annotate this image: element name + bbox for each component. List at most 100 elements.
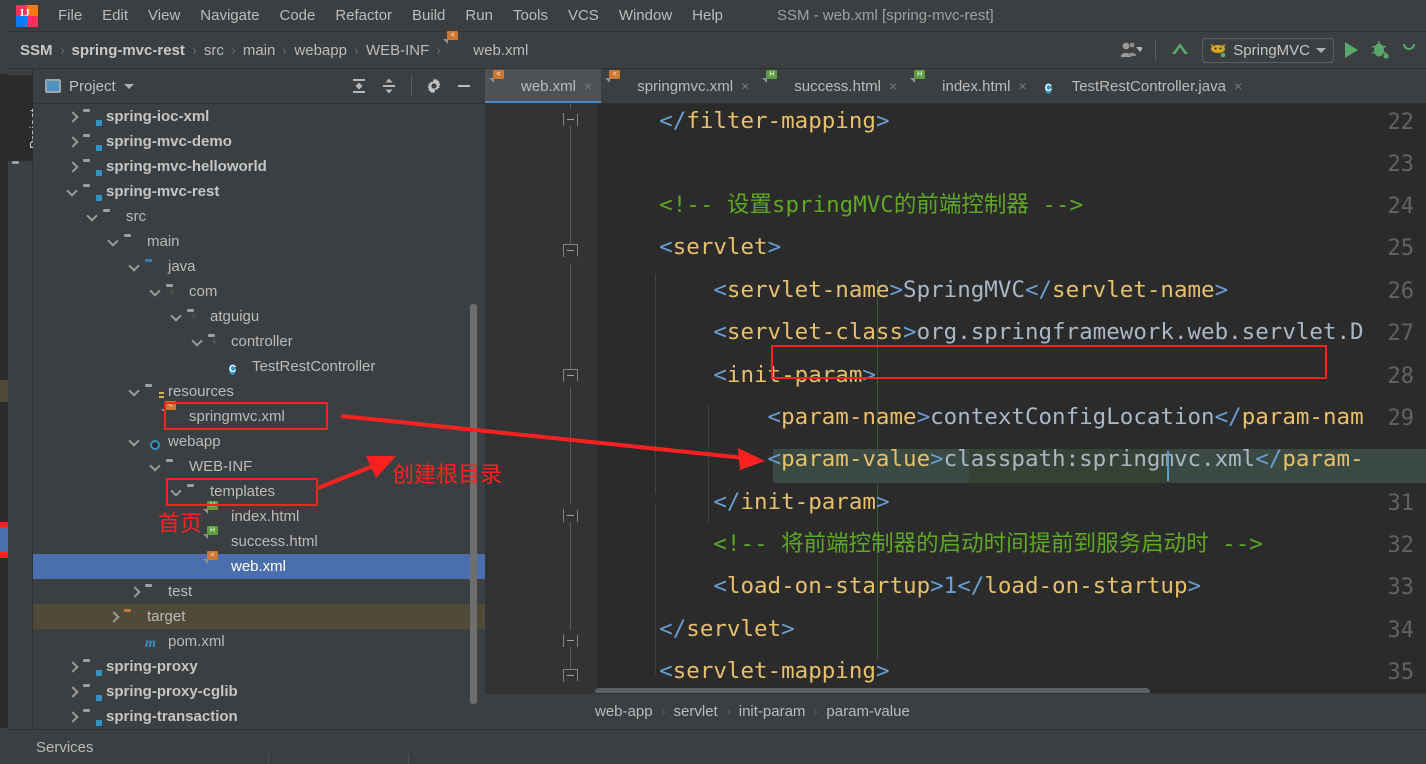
editor-breadcrumb-servlet[interactable]: servlet (674, 703, 718, 720)
fold-marker-collapse[interactable] (563, 113, 578, 126)
project-tree[interactable]: spring-ioc-xml spring-mvc-demo spring-mv… (33, 104, 485, 729)
tree-item-com[interactable]: com (33, 279, 485, 304)
menu-code[interactable]: Code (269, 4, 325, 27)
editor-tab-springmvc-xml[interactable]: < springmvc.xml × (601, 69, 758, 103)
more-actions-icon[interactable] (1396, 36, 1422, 64)
tree-item-success-html[interactable]: H success.html (33, 525, 485, 554)
tree-item-spring-mvc-helloworld[interactable]: spring-mvc-helloworld (33, 154, 485, 179)
chevron-down-icon[interactable] (190, 334, 206, 350)
tree-item-spring-ioc-xml[interactable]: spring-ioc-xml (33, 104, 485, 129)
breadcrumb-webinf[interactable]: WEB-INF (366, 42, 429, 59)
fold-marker-expand[interactable] (563, 669, 578, 682)
tree-item-controller[interactable]: controller (33, 329, 485, 354)
fold-marker-expand[interactable] (563, 369, 578, 382)
tree-item-test[interactable]: test (33, 579, 485, 604)
chevron-right-icon[interactable] (127, 584, 143, 600)
project-tree-scrollbar[interactable] (470, 304, 477, 704)
tree-item-spring-mvc-rest[interactable]: spring-mvc-rest (33, 179, 485, 204)
chevron-right-icon[interactable] (65, 709, 81, 725)
collapse-all-icon[interactable] (374, 72, 404, 100)
chevron-right-icon[interactable] (65, 109, 81, 125)
menu-run[interactable]: Run (455, 4, 503, 27)
breadcrumb-spring-mvc-rest[interactable]: spring-mvc-rest (72, 42, 185, 59)
breadcrumb-ssm[interactable]: SSM (20, 42, 53, 59)
menu-view[interactable]: View (138, 4, 190, 27)
tree-item-main[interactable]: main (33, 229, 485, 254)
update-project-icon[interactable] (1163, 36, 1197, 64)
breadcrumb-main[interactable]: main (243, 42, 276, 59)
tree-item-target[interactable]: target (33, 604, 485, 629)
menu-edit[interactable]: Edit (92, 4, 138, 27)
tree-item-spring-proxy-cglib[interactable]: spring-proxy-cglib (33, 679, 485, 704)
breadcrumb-webxml[interactable]: web.xml (473, 42, 528, 59)
editor-breadcrumb-init-param[interactable]: init-param (739, 703, 806, 720)
code-editor[interactable]: 22 23 24 25 26 27 28 29 30 31 32 33 34 3… (485, 104, 1426, 729)
breadcrumb-src[interactable]: src (204, 42, 224, 59)
run-icon[interactable] (1339, 36, 1364, 64)
chevron-down-icon[interactable] (169, 484, 185, 500)
chevron-right-icon[interactable] (65, 159, 81, 175)
user-settings-icon[interactable] (1114, 36, 1148, 64)
editor-gutter[interactable] (485, 104, 597, 729)
editor-tab-success-html[interactable]: H success.html × (758, 69, 906, 103)
close-icon[interactable]: × (1019, 78, 1027, 94)
chevron-right-icon[interactable] (65, 684, 81, 700)
fold-marker-collapse[interactable] (563, 634, 578, 647)
tree-item-src[interactable]: src (33, 204, 485, 229)
close-icon[interactable]: × (1234, 78, 1242, 94)
menu-refactor[interactable]: Refactor (325, 4, 402, 27)
chevron-right-icon[interactable] (65, 659, 81, 675)
fold-marker-collapse[interactable] (563, 509, 578, 522)
debug-icon[interactable] (1364, 36, 1396, 64)
tree-item-web-xml[interactable]: < web.xml (33, 550, 485, 579)
settings-gear-icon[interactable] (419, 72, 449, 100)
editor-tab-testrestcontroller-java[interactable]: C TestRestController.java × (1036, 69, 1251, 103)
chevron-right-icon[interactable] (106, 609, 122, 625)
line-number: 23 (1387, 152, 1415, 177)
tree-item-index-html[interactable]: H index.html (33, 500, 485, 529)
close-icon[interactable]: × (584, 78, 592, 94)
menu-vcs[interactable]: VCS (558, 4, 609, 27)
tree-item-spring-transaction[interactable]: spring-transaction (33, 704, 485, 729)
tree-item-webapp[interactable]: webapp (33, 429, 485, 454)
breadcrumb-webapp[interactable]: webapp (294, 42, 347, 59)
tree-item-spring-proxy[interactable]: spring-proxy (33, 654, 485, 679)
chevron-down-icon[interactable] (106, 234, 122, 250)
chevron-down-icon[interactable] (169, 309, 185, 325)
tree-item-atguigu[interactable]: atguigu (33, 304, 485, 329)
menu-window[interactable]: Window (609, 4, 682, 27)
close-icon[interactable]: × (741, 78, 749, 94)
chevron-down-icon[interactable] (127, 384, 143, 400)
hide-panel-icon[interactable] (449, 72, 479, 100)
editor-breadcrumb-web-app[interactable]: web-app (595, 703, 653, 720)
tree-item-resources[interactable]: resources (33, 379, 485, 404)
tree-item-java[interactable]: java (33, 254, 485, 279)
editor-tab-web-xml[interactable]: < web.xml × (485, 69, 602, 103)
chevron-down-icon[interactable] (65, 184, 81, 200)
tree-item-pom-xml[interactable]: m pom.xml (33, 629, 485, 654)
services-label[interactable]: Services (36, 739, 94, 756)
editor-breadcrumb-param-value[interactable]: param-value (826, 703, 909, 720)
chevron-down-icon[interactable] (127, 259, 143, 275)
chevron-down-icon[interactable] (85, 209, 101, 225)
fold-marker-expand[interactable] (563, 244, 578, 257)
chevron-down-icon[interactable] (148, 284, 164, 300)
chevron-right-icon[interactable] (65, 134, 81, 150)
run-configuration-selector[interactable]: SpringMVC (1202, 37, 1334, 63)
tree-item-TestRestController[interactable]: C TestRestController (33, 354, 485, 379)
editor-tab-index-html[interactable]: H index.html × (906, 69, 1036, 103)
tree-item-spring-mvc-demo[interactable]: spring-mvc-demo (33, 129, 485, 154)
close-icon[interactable]: × (889, 78, 897, 94)
chevron-down-icon[interactable] (123, 83, 134, 89)
menu-navigate[interactable]: Navigate (190, 4, 269, 27)
chevron-down-icon[interactable] (127, 434, 143, 450)
tool-window-button-project[interactable]: Project (8, 75, 42, 161)
menu-build[interactable]: Build (402, 4, 455, 27)
expand-all-icon[interactable] (344, 72, 374, 100)
folder-icon[interactable] (12, 161, 35, 182)
menu-file[interactable]: File (48, 4, 92, 27)
chevron-down-icon[interactable] (148, 459, 164, 475)
menu-help[interactable]: Help (682, 4, 733, 27)
tree-item-springmvc-xml[interactable]: < springmvc.xml (33, 400, 485, 429)
menu-tools[interactable]: Tools (503, 4, 558, 27)
